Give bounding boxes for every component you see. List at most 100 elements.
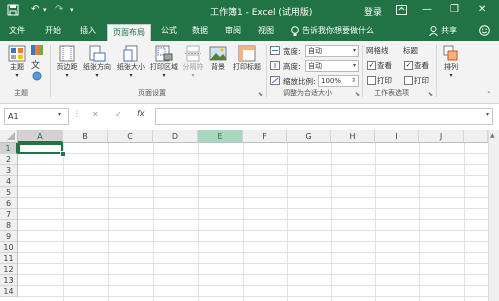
tab-insert[interactable]: 插入: [80, 25, 96, 36]
chevron-down-icon: ▾: [352, 62, 356, 69]
sheet-options-dialog-launcher-icon[interactable]: ⬊: [428, 91, 433, 98]
close-button[interactable]: ✕: [478, 4, 486, 15]
row-header-11[interactable]: 11: [0, 253, 18, 264]
width-value: 自动: [308, 47, 322, 55]
vertical-scrollbar[interactable]: [488, 130, 499, 301]
scale-spinner[interactable]: 100% ⇕: [318, 75, 359, 87]
row-header-1[interactable]: 1: [0, 143, 18, 154]
print-area-label: 打印区域: [150, 63, 178, 71]
save-icon[interactable]: [7, 4, 19, 18]
gridline: [18, 175, 488, 176]
select-all-button[interactable]: [0, 130, 18, 143]
minimize-button[interactable]: —: [422, 4, 432, 15]
row-header-14[interactable]: 14: [0, 286, 18, 297]
colors-icon[interactable]: [31, 45, 43, 57]
arrange-icon: [442, 45, 460, 62]
gridline: [18, 263, 488, 264]
scale-dialog-launcher-icon[interactable]: ⬊: [355, 91, 360, 98]
customize-qat-icon[interactable]: ▾: [70, 6, 74, 14]
column-header-b[interactable]: B: [63, 130, 108, 143]
lightbulb-icon: [291, 26, 299, 39]
insert-function-icon[interactable]: fx: [137, 109, 145, 118]
enter-icon[interactable]: ✓: [115, 110, 122, 119]
name-box-dropdown-icon[interactable]: ▾: [58, 111, 61, 118]
group-label-themes: 主题: [14, 89, 28, 97]
gridline: [419, 143, 420, 301]
login-link[interactable]: 登录: [364, 5, 382, 18]
gridlines-view-checkbox[interactable]: ✓: [367, 61, 376, 70]
background-button[interactable]: 背景: [207, 45, 229, 72]
undo-dropdown-icon[interactable]: ▾: [43, 6, 47, 14]
gridline: [63, 143, 64, 301]
arrange-label: 排列: [444, 63, 458, 71]
row-header-12[interactable]: 12: [0, 264, 18, 275]
column-header-g[interactable]: G: [287, 130, 331, 143]
title-bar: ↶ ▾ ↷ ▾ 工作簿1 - Excel (试用版) 登录 — ❐ ✕: [0, 0, 499, 22]
arrange-button[interactable]: 排列 ▾: [440, 45, 462, 79]
group-label-scale-to-fit: 调整为合适大小: [283, 89, 332, 97]
expand-formula-bar-icon[interactable]: ▾: [486, 111, 489, 118]
tab-page-layout[interactable]: 页面布局: [107, 24, 151, 42]
smiley-feedback-icon[interactable]: [479, 25, 490, 38]
breaks-button[interactable]: 分隔符 ▾: [181, 45, 205, 79]
column-header-a[interactable]: A: [18, 130, 63, 143]
active-cell-a1[interactable]: [18, 143, 63, 154]
print-area-button[interactable]: 打印区域 ▾: [148, 45, 180, 79]
tab-review[interactable]: 审阅: [225, 25, 241, 36]
tab-file[interactable]: 文件: [9, 25, 25, 36]
column-header-k[interactable]: [464, 130, 488, 143]
restore-button[interactable]: ❐: [450, 4, 459, 15]
column-header-c[interactable]: C: [108, 130, 153, 143]
row-header-6[interactable]: 6: [0, 198, 18, 209]
row-header-13[interactable]: 13: [0, 275, 18, 286]
headings-print-checkbox[interactable]: [404, 76, 413, 85]
row-header-9[interactable]: 9: [0, 231, 18, 242]
row-header-8[interactable]: 8: [0, 220, 18, 231]
themes-button[interactable]: 主题 ▾: [5, 45, 29, 79]
height-dropdown[interactable]: 自动 ▾: [305, 60, 359, 72]
row-header-2[interactable]: 2: [0, 154, 18, 165]
formula-input[interactable]: [155, 108, 493, 125]
scale-label: 缩放比例:: [283, 77, 316, 86]
width-dropdown[interactable]: 自动 ▾: [305, 45, 359, 57]
ribbon-display-options-icon[interactable]: [396, 5, 407, 17]
worksheet-grid[interactable]: [0, 130, 499, 301]
fonts-icon[interactable]: 文: [31, 58, 40, 71]
column-header-h[interactable]: H: [331, 130, 375, 143]
margins-button[interactable]: 页边距 ▾: [54, 45, 80, 79]
gridlines-print-checkbox[interactable]: [367, 76, 376, 85]
tab-view[interactable]: 视图: [258, 25, 274, 36]
print-titles-label: 打印标题: [233, 63, 261, 71]
row-header-3[interactable]: 3: [0, 165, 18, 176]
tell-me-search[interactable]: 告诉我你想要做什么: [302, 25, 374, 36]
tab-data[interactable]: 数据: [192, 25, 208, 36]
row-header-7[interactable]: 7: [0, 209, 18, 220]
tab-formulas[interactable]: 公式: [161, 25, 177, 36]
tab-home[interactable]: 开始: [45, 25, 61, 36]
column-header-j[interactable]: J: [419, 130, 464, 143]
column-header-d[interactable]: D: [153, 130, 198, 143]
cancel-icon[interactable]: ✕: [92, 110, 99, 119]
collapse-ribbon-icon[interactable]: ˄: [487, 91, 491, 99]
ribbon-tab-row: 文件 开始 插入 页面布局 公式 数据 审阅 视图 告诉我你想要做什么 共享: [0, 22, 499, 42]
print-titles-button[interactable]: 打印标题: [231, 45, 263, 72]
column-header-e[interactable]: E: [198, 130, 243, 143]
orientation-button[interactable]: 纸张方向 ▾: [81, 45, 113, 79]
redo-icon[interactable]: ↷: [55, 4, 63, 15]
size-button[interactable]: 纸张大小 ▾: [115, 45, 147, 79]
formula-bar-grip-icon[interactable]: ⋮: [73, 109, 81, 118]
column-header-f[interactable]: F: [243, 130, 287, 143]
effects-icon[interactable]: [31, 71, 43, 83]
scroll-up-icon[interactable]: ▲: [490, 132, 495, 139]
row-header-4[interactable]: 4: [0, 176, 18, 187]
undo-icon[interactable]: ↶: [31, 4, 39, 15]
row-header-5[interactable]: 5: [0, 187, 18, 198]
column-header-i[interactable]: I: [375, 130, 419, 143]
page-setup-dialog-launcher-icon[interactable]: ⬊: [258, 91, 263, 98]
window-title: 工作簿1 - Excel (试用版): [210, 8, 313, 18]
row-header-10[interactable]: 10: [0, 242, 18, 253]
gridline: [18, 186, 488, 187]
share-button[interactable]: 共享: [441, 25, 457, 36]
fill-handle[interactable]: [60, 151, 66, 157]
headings-view-checkbox[interactable]: ✓: [404, 61, 413, 70]
